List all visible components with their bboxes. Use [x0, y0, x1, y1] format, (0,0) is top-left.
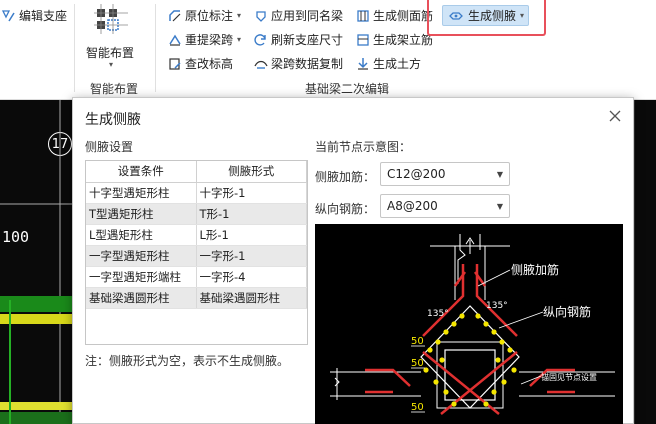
gen-stirrup-label: 生成架立筋 [373, 33, 434, 47]
haunch-dialog: 生成侧腋 侧腋设置 设置条件 侧腋形式 十字型遇矩形柱 十字形-1 T型遇矩形柱… [72, 97, 634, 424]
gen-earthwork-label: 生成土方 [373, 57, 422, 71]
table-row[interactable]: T型遇矩形柱 T形-1 [86, 203, 307, 225]
label-50-mid: 50 [411, 358, 424, 369]
label-50-bottom: 50 [411, 402, 424, 413]
foundation-group-label: 基础梁二次编辑 [305, 82, 390, 96]
beam-span-copy-label: 梁跨数据复制 [271, 57, 344, 71]
gen-side-rebar-label: 生成侧面筋 [373, 9, 434, 23]
re-extract-span-icon [169, 34, 181, 46]
longitudinal-rebar-label: 纵向钢筋： [315, 202, 376, 216]
chevron-down-icon: ▾ [237, 11, 242, 20]
close-icon [609, 110, 621, 122]
table-header-row: 设置条件 侧腋形式 [86, 161, 307, 183]
check-mark-button[interactable]: 查改标高 [168, 55, 233, 72]
label-haunch-rebar: 侧腋加筋 [511, 262, 559, 277]
re-extract-span-label: 重提梁跨 [185, 33, 234, 47]
longitudinal-rebar-select[interactable]: A8@200 ▼ [380, 194, 510, 218]
table-row[interactable]: 十字型遇矩形柱 十字形-1 [86, 182, 307, 204]
label-angle-left: 135° [427, 309, 449, 319]
column-header-form: 侧腋形式 [196, 161, 307, 183]
table-row[interactable]: 一字型遇矩形柱 一字形-1 [86, 245, 307, 267]
label-angle-right: 135° [486, 301, 508, 311]
right-section-title: 当前节点示意图： [315, 140, 412, 154]
label-longitudinal-rebar: 纵向钢筋 [543, 304, 591, 319]
gen-earthwork-icon [358, 57, 368, 70]
apply-same-name-label: 应用到同名梁 [271, 9, 344, 23]
haunch-settings-table: 设置条件 侧腋形式 十字型遇矩形柱 十字形-1 T型遇矩形柱 T形-1 L型遇矩… [85, 160, 308, 345]
table-cell-form[interactable]: 一字形-4 [196, 266, 307, 288]
gen-earthwork-button[interactable]: 生成土方 [356, 55, 421, 72]
edit-support-label: 编辑支座 [19, 9, 68, 23]
refresh-support-button[interactable]: 刷新支座尺寸 [254, 31, 343, 48]
edit-support-icon [2, 9, 15, 21]
chevron-down-icon: ▼ [496, 201, 503, 211]
column-header-condition: 设置条件 [86, 161, 197, 183]
beam-span-copy-button[interactable]: 梁跨数据复制 [254, 55, 343, 72]
chevron-down-icon: ▼ [496, 169, 503, 179]
ribbon-toolbar: 编辑支座 智能布置 ▾ 智能布置 原位标注 ▾ 重提梁跨 ▾ 查改标高 应用到同… [0, 0, 656, 100]
dialog-title: 生成侧腋 [85, 112, 141, 128]
check-mark-label: 查改标高 [185, 57, 234, 71]
highlight-frame [427, 0, 546, 36]
table-cell-condition: T型遇矩形柱 [86, 203, 197, 225]
original-mark-label: 原位标注 [185, 9, 234, 23]
beam-span-copy-icon [254, 60, 268, 69]
ribbon-separator [155, 4, 156, 92]
table-cell-form[interactable]: T形-1 [196, 203, 307, 225]
original-mark-icon [169, 9, 181, 21]
chevron-down-icon: ▾ [237, 35, 242, 44]
node-diagram: 侧腋加筋 纵向钢筋 135° 135° 50 50 50 锚固见节点设置 [315, 224, 623, 424]
table-cell-condition: L型遇矩形柱 [86, 224, 197, 246]
gen-side-rebar-icon [357, 9, 369, 22]
label-50-top: 50 [411, 336, 424, 347]
note-text: 注：侧腋形式为空，表示不生成侧腋。 [85, 354, 290, 368]
gen-stirrup-button[interactable]: 生成架立筋 [356, 31, 433, 48]
smart-layout-button[interactable]: 智能布置 ▾ [82, 4, 144, 72]
haunch-rebar-select[interactable]: C12@200 ▼ [380, 162, 510, 186]
refresh-support-icon [254, 33, 266, 46]
table-cell-condition: 一字型遇矩形柱 [86, 245, 197, 267]
table-cell-form[interactable]: 一字形-1 [196, 245, 307, 267]
refresh-support-label: 刷新支座尺寸 [271, 33, 344, 47]
table-cell-form[interactable]: 十字形-1 [196, 182, 307, 204]
label-anchorage: 锚固见节点设置 [541, 372, 597, 382]
edit-support-button[interactable]: 编辑支座 [2, 7, 67, 24]
table-cell-condition: 一字型遇矩形端柱 [86, 266, 197, 288]
close-button[interactable] [605, 106, 625, 126]
table-cell-form[interactable]: L形-1 [196, 224, 307, 246]
table-row[interactable]: L型遇矩形柱 L形-1 [86, 224, 307, 246]
table-cell-form[interactable]: 基础梁遇圆形柱 [196, 287, 307, 309]
ribbon-separator [74, 4, 75, 92]
check-mark-icon [169, 57, 181, 70]
apply-same-name-icon [256, 10, 266, 22]
left-section-title: 侧腋设置 [85, 140, 134, 154]
smart-layout-icon [94, 4, 128, 34]
node-diagram-drawing: 侧腋加筋 纵向钢筋 135° 135° 50 50 50 锚固见节点设置 [330, 234, 615, 415]
gen-side-rebar-button[interactable]: 生成侧面筋 [356, 7, 433, 24]
table-cell-condition: 基础梁遇圆形柱 [86, 287, 197, 309]
longitudinal-rebar-value: A8@200 [387, 199, 438, 213]
original-mark-button[interactable]: 原位标注 ▾ [168, 7, 241, 24]
gen-stirrup-icon [357, 33, 369, 46]
table-row[interactable]: 基础梁遇圆形柱 基础梁遇圆形柱 [86, 287, 307, 309]
chevron-down-icon: ▾ [109, 60, 114, 69]
smart-layout-label: 智能布置 [86, 46, 135, 60]
haunch-rebar-value: C12@200 [387, 167, 446, 181]
apply-same-name-button[interactable]: 应用到同名梁 [254, 7, 343, 24]
table-cell-condition: 十字型遇矩形柱 [86, 182, 197, 204]
table-row[interactable]: 一字型遇矩形端柱 一字形-4 [86, 266, 307, 288]
re-extract-span-button[interactable]: 重提梁跨 ▾ [168, 31, 241, 48]
smart-layout-group-label: 智能布置 [90, 82, 139, 96]
haunch-rebar-label: 侧腋加筋： [315, 170, 376, 184]
